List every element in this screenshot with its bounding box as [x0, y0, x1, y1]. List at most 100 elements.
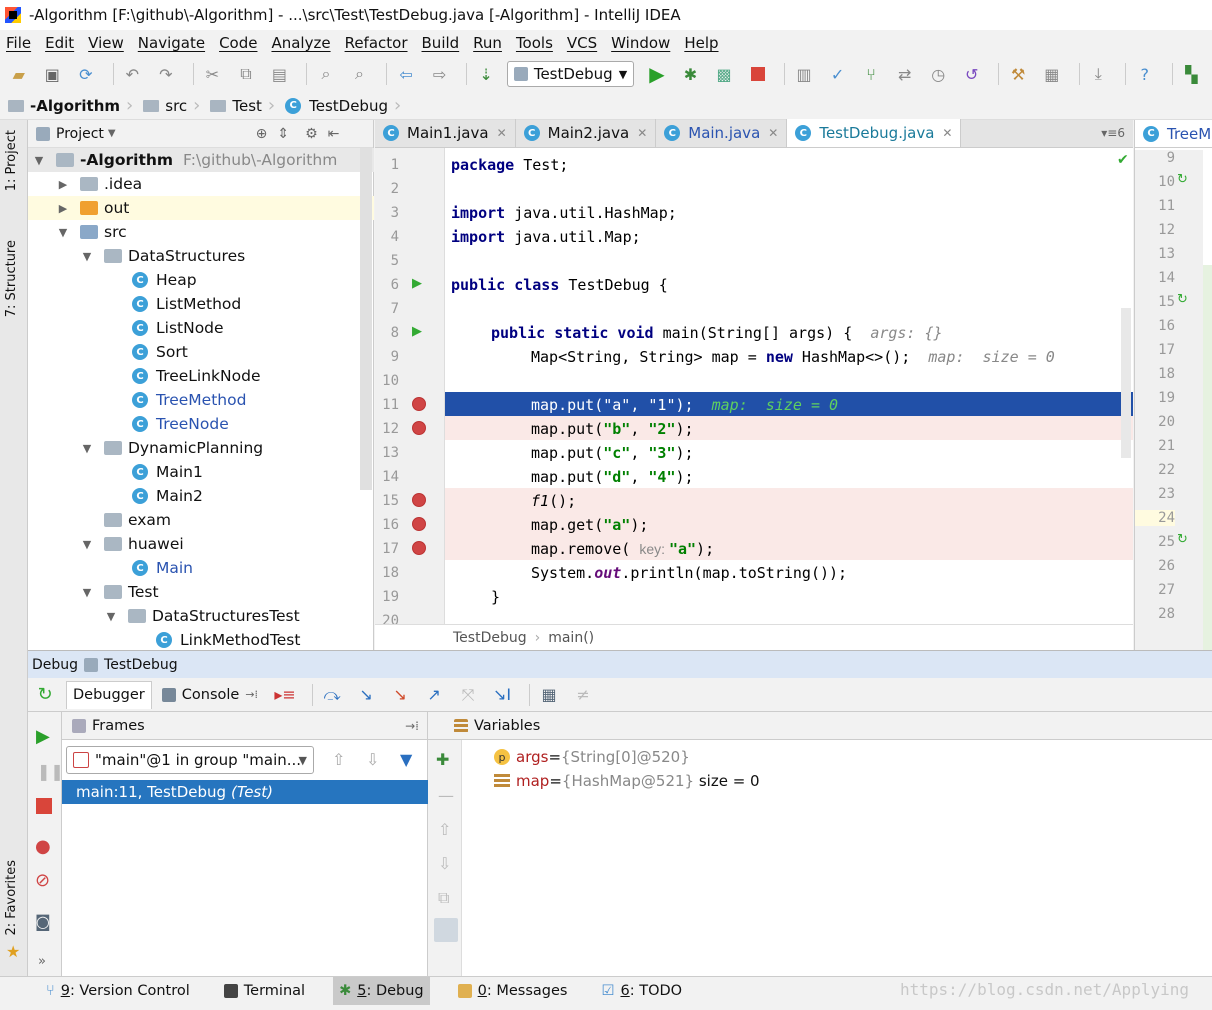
rerun-icon[interactable]: ↻: [28, 684, 62, 705]
tab-main[interactable]: C Main.java ✕: [656, 119, 788, 147]
close-icon[interactable]: ✕: [637, 126, 647, 140]
breakpoint-icon[interactable]: [412, 541, 426, 555]
run-to-cursor-icon[interactable]: ↘I: [489, 682, 515, 708]
tree-item-src[interactable]: ▼ src: [28, 220, 374, 244]
breadcrumb-class[interactable]: TestDebug: [453, 630, 527, 646]
sync-icon[interactable]: ⟳: [73, 61, 99, 87]
tree-item-listnode[interactable]: C ListNode: [28, 316, 374, 340]
chevron-down-icon[interactable]: ▼: [56, 226, 70, 239]
thread-select[interactable]: "main"@1 in group "main... ▼: [66, 746, 314, 774]
tab-treemethod[interactable]: C TreeM: [1135, 120, 1212, 148]
download-icon[interactable]: ⤓: [1086, 61, 1112, 87]
resume-icon[interactable]: ▶: [36, 726, 50, 747]
step-over-icon[interactable]: ⤼: [319, 682, 345, 708]
run-gutter-icon[interactable]: ▶: [412, 324, 422, 339]
build-icon[interactable]: ⇣: [473, 61, 499, 87]
collapse-all-icon[interactable]: ⇕: [277, 126, 289, 142]
arrow-down-icon[interactable]: ⇩: [438, 854, 451, 873]
vcs-compare-icon[interactable]: ⇄: [892, 61, 918, 87]
menu-code[interactable]: Code: [219, 34, 257, 52]
variable-row-map[interactable]: map = {HashMap@521} size = 0: [494, 772, 760, 790]
tab-overflow-button[interactable]: ▾≡ 6: [1093, 119, 1133, 147]
project-tool-tab[interactable]: 1: Project: [4, 130, 19, 191]
tab-main1[interactable]: C Main1.java ✕: [375, 119, 516, 147]
show-execution-point-icon[interactable]: ▸≡: [272, 682, 298, 708]
menu-refactor[interactable]: Refactor: [345, 34, 408, 52]
watches-toggle-icon[interactable]: [434, 918, 458, 942]
remove-watch-icon[interactable]: —: [438, 786, 454, 805]
chevron-down-icon[interactable]: ▼: [80, 250, 94, 263]
breakpoint-icon[interactable]: [412, 493, 426, 507]
settings-icon[interactable]: ⚒: [1005, 61, 1031, 87]
view-breakpoints-icon[interactable]: ●: [35, 836, 51, 857]
camera-icon[interactable]: ◙: [35, 912, 51, 931]
menu-run[interactable]: Run: [473, 34, 502, 52]
more-icon[interactable]: »: [38, 954, 46, 969]
tree-item-out[interactable]: ▶ out: [28, 196, 374, 220]
find-icon[interactable]: ⌕: [313, 61, 339, 87]
undo-icon[interactable]: ↶: [120, 61, 146, 87]
tree-item-root[interactable]: ▼ -Algorithm F:\github\-Algorithm: [28, 148, 374, 172]
tree-item-heap[interactable]: C Heap: [28, 268, 374, 292]
vcs-revert-icon[interactable]: ↺: [959, 61, 985, 87]
tree-item-sort[interactable]: C Sort: [28, 340, 374, 364]
breakpoint-icon[interactable]: [412, 421, 426, 435]
stop-icon[interactable]: [36, 798, 52, 814]
breakpoint-icon[interactable]: [412, 397, 426, 411]
run-config-select[interactable]: TestDebug ▼: [506, 61, 635, 87]
new-watch-icon[interactable]: ✚: [436, 750, 449, 769]
arrow-up-icon[interactable]: ⇧: [438, 820, 451, 839]
breadcrumb-method[interactable]: main(): [548, 630, 594, 646]
replace-icon[interactable]: ⌕: [347, 61, 373, 87]
tab-messages[interactable]: 0: Messages: [452, 977, 574, 1005]
favorites-tool-tab[interactable]: 2: Favorites: [4, 860, 19, 936]
chevron-right-icon[interactable]: ▶: [56, 178, 70, 191]
tab-version-control[interactable]: ⑂ 9: Version Control: [40, 977, 196, 1005]
open-folder-icon[interactable]: ▰: [6, 61, 32, 87]
restore-layout-icon[interactable]: →⁞: [405, 719, 419, 733]
forward-icon[interactable]: ⇨: [427, 61, 453, 87]
menu-view[interactable]: View: [88, 34, 124, 52]
hide-icon[interactable]: ⇤: [328, 126, 340, 142]
tab-console[interactable]: Console →⁞: [156, 681, 264, 709]
tree-item-datastructures[interactable]: ▼ DataStructures: [28, 244, 374, 268]
tree-item-treelinknode[interactable]: C TreeLinkNode: [28, 364, 374, 388]
project-structure-icon[interactable]: ▥: [791, 61, 817, 87]
tree-item-test[interactable]: ▼ Test: [28, 580, 374, 604]
debug-icon[interactable]: ✱: [678, 61, 704, 87]
vcs-update-icon[interactable]: ✓: [825, 61, 851, 87]
arrow-down-icon[interactable]: ⇩: [366, 750, 379, 769]
stop-icon[interactable]: [745, 61, 771, 87]
mute-breakpoints-icon[interactable]: ⊘: [35, 870, 50, 891]
tree-item-idea[interactable]: ▶ .idea: [28, 172, 374, 196]
code-editor[interactable]: 1 2 3 4 5 6 7 8 9 10 11 12 13 14 15 16 1…: [375, 148, 1133, 624]
menu-file[interactable]: File: [6, 34, 31, 52]
menu-navigate[interactable]: Navigate: [138, 34, 205, 52]
copy-icon[interactable]: ⧉: [233, 61, 259, 87]
breadcrumb-item-project[interactable]: -Algorithm ›: [8, 95, 139, 116]
tree-item-main2[interactable]: C Main2: [28, 484, 374, 508]
run-icon[interactable]: ▶: [644, 61, 670, 87]
close-icon[interactable]: ✕: [942, 126, 952, 140]
back-icon[interactable]: ⇦: [393, 61, 419, 87]
tree-item-listmethod[interactable]: C ListMethod: [28, 292, 374, 316]
chevron-down-icon[interactable]: ▼: [32, 154, 46, 167]
menu-tools[interactable]: Tools: [516, 34, 553, 52]
save-icon[interactable]: ▣: [40, 61, 66, 87]
breadcrumb-item-src[interactable]: src ›: [143, 95, 206, 116]
vcs-commit-icon[interactable]: ⑂: [858, 61, 884, 87]
filter-icon[interactable]: ▼: [400, 750, 412, 769]
tree-item-dynamicplanning[interactable]: ▼ DynamicPlanning: [28, 436, 374, 460]
split-editor-scrollbar[interactable]: [1203, 265, 1212, 650]
paste-icon[interactable]: ▤: [267, 61, 293, 87]
close-icon[interactable]: ✕: [768, 126, 778, 140]
tree-item-huawei[interactable]: ▼ huawei: [28, 532, 374, 556]
project-scrollbar[interactable]: [360, 148, 372, 490]
evaluate-expression-icon[interactable]: ▦: [536, 682, 562, 708]
tab-todo[interactable]: ☑ 6: TODO: [595, 977, 688, 1005]
chevron-right-icon[interactable]: ▶: [56, 202, 70, 215]
breadcrumb-item-testdebug[interactable]: C TestDebug ›: [285, 95, 407, 116]
override-gutter-icon[interactable]: ↻: [1177, 292, 1188, 307]
tree-item-linkmethodtest[interactable]: C LinkMethodTest: [28, 628, 374, 652]
tab-testdebug[interactable]: C TestDebug.java ✕: [787, 119, 962, 147]
